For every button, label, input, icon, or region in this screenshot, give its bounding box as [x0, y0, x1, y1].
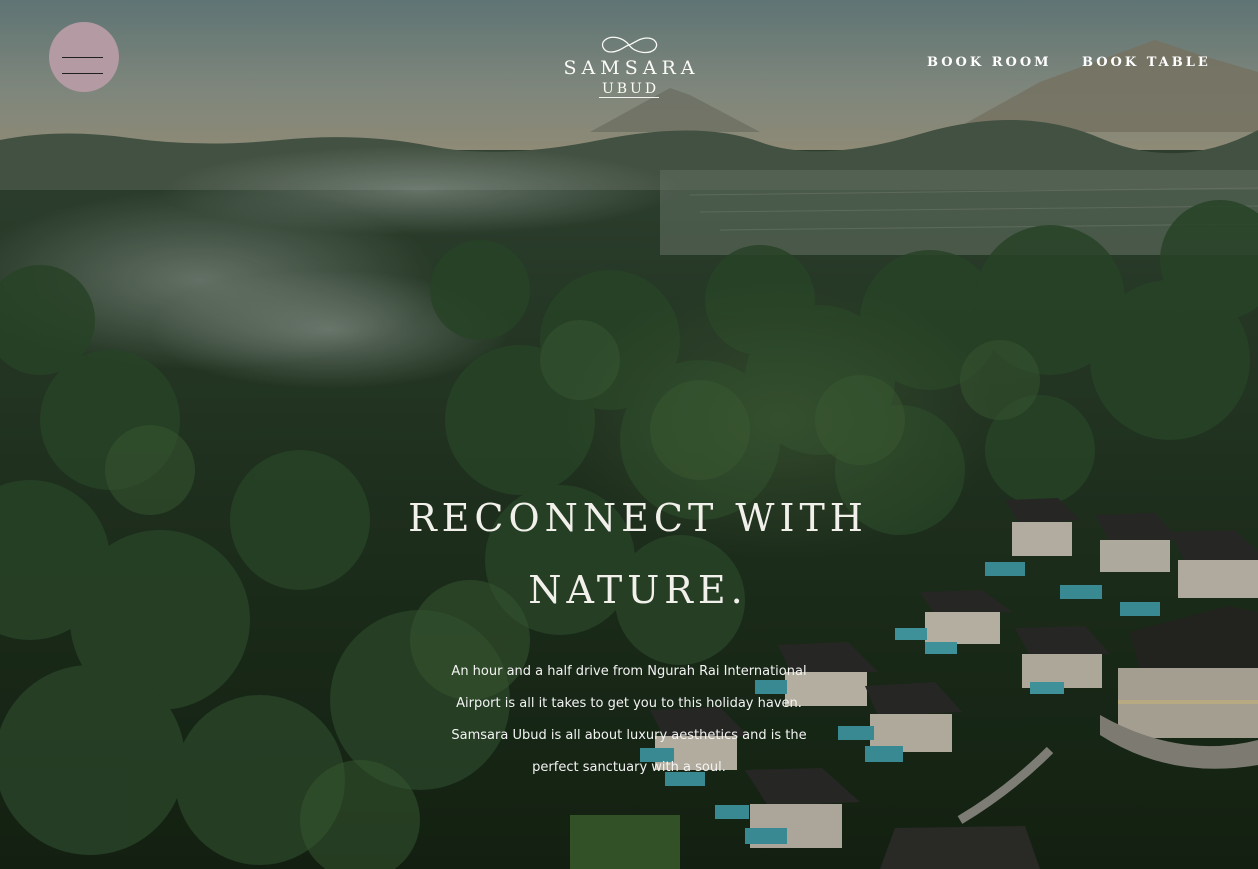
menu-button[interactable]: [49, 22, 119, 92]
brand-logo[interactable]: SAMSARA UBUD: [556, 34, 702, 98]
hero-headline: RECONNECT WITH NATURE.: [408, 496, 868, 612]
hero-intro-text: An hour and a half drive from Ngurah Rai…: [451, 664, 807, 775]
brand-subtitle: UBUD: [598, 82, 660, 98]
book-table-link[interactable]: BOOK TABLE: [1082, 55, 1211, 70]
hamburger-line: [62, 57, 103, 58]
book-room-link[interactable]: BOOK ROOM: [927, 55, 1052, 70]
brand-name: SAMSARA: [563, 57, 700, 79]
hamburger-line: [62, 73, 103, 74]
infinity-icon: [601, 36, 658, 54]
